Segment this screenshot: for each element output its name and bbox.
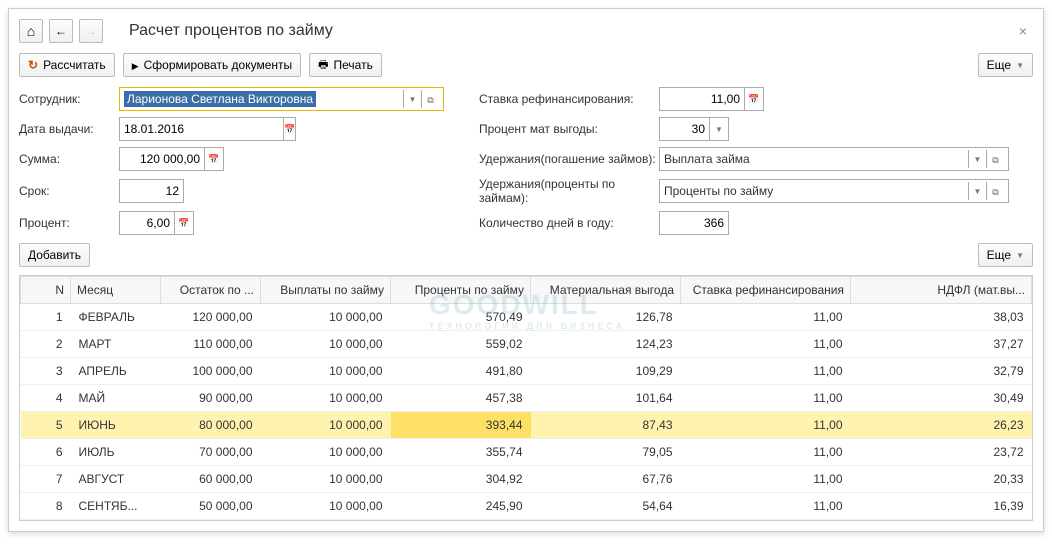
ded-repay-label: Удержания(погашение займов): [479, 152, 659, 166]
table-row[interactable]: 7АВГУСТ60 000,0010 000,00304,9267,7611,0… [21, 466, 1032, 493]
calculate-button[interactable]: Рассчитать [19, 53, 115, 77]
chevron-down-icon: ▼ [1016, 61, 1024, 70]
date-label: Дата выдачи: [19, 122, 119, 136]
col-balance[interactable]: Остаток по ... [161, 277, 261, 304]
term-label: Срок: [19, 184, 119, 198]
col-ndfl[interactable]: НДФЛ (мат.вы... [851, 277, 1032, 304]
percent-input[interactable] [119, 211, 174, 235]
col-interest[interactable]: Проценты по займу [391, 277, 531, 304]
forward-button[interactable] [79, 19, 103, 43]
form-documents-button[interactable]: Сформировать документы [123, 53, 301, 77]
open-icon[interactable] [986, 182, 1004, 200]
date-input[interactable] [119, 117, 283, 141]
open-icon[interactable] [421, 90, 439, 108]
table-row[interactable]: 3АПРЕЛЬ100 000,0010 000,00491,80109,2911… [21, 358, 1032, 385]
more-button[interactable]: Еще ▼ [978, 53, 1033, 77]
col-benefit[interactable]: Материальная выгода [531, 277, 681, 304]
matv-label: Процент мат выгоды: [479, 122, 659, 136]
dropdown-icon[interactable]: ▼ [403, 90, 421, 108]
dropdown-icon[interactable]: ▼ [968, 182, 986, 200]
col-refin[interactable]: Ставка рефинансирования [681, 277, 851, 304]
home-button[interactable] [19, 19, 43, 43]
employee-label: Сотрудник: [19, 92, 119, 106]
refin-label: Ставка рефинансирования: [479, 92, 659, 106]
term-input[interactable] [119, 179, 184, 203]
add-button[interactable]: Добавить [19, 243, 90, 267]
play-icon [132, 58, 139, 72]
percent-label: Процент: [19, 216, 119, 230]
days-input[interactable] [659, 211, 729, 235]
col-n[interactable]: N [21, 277, 71, 304]
table-row[interactable]: 2МАРТ110 000,0010 000,00559,02124,2311,0… [21, 331, 1032, 358]
calc-icon[interactable] [174, 211, 194, 235]
ded-int-select[interactable]: Проценты по займу ▼ [659, 179, 1009, 203]
calc-icon[interactable] [204, 147, 224, 171]
close-button[interactable]: × [1013, 21, 1033, 41]
sum-input[interactable] [119, 147, 204, 171]
table-row[interactable]: 6ИЮЛЬ70 000,0010 000,00355,7479,0511,002… [21, 439, 1032, 466]
matv-input[interactable] [659, 117, 709, 141]
ded-repay-select[interactable]: Выплата займа ▼ [659, 147, 1009, 171]
calc-icon[interactable] [744, 87, 764, 111]
table-more-button[interactable]: Еще ▼ [978, 243, 1033, 267]
schedule-table[interactable]: N Месяц Остаток по ... Выплаты по займу … [20, 276, 1032, 520]
table-row[interactable]: 5ИЮНЬ80 000,0010 000,00393,4487,4311,002… [21, 412, 1032, 439]
print-icon [318, 56, 328, 75]
arrow-right-icon [85, 24, 97, 38]
arrow-left-icon [55, 24, 67, 38]
table-row[interactable]: 8СЕНТЯБ...50 000,0010 000,00245,9054,641… [21, 493, 1032, 520]
open-icon[interactable] [986, 150, 1004, 168]
refresh-icon [28, 58, 38, 72]
chevron-down-icon: ▼ [1016, 251, 1024, 260]
dropdown-icon[interactable]: ▼ [709, 117, 729, 141]
calendar-icon[interactable] [283, 117, 296, 141]
page-title: Расчет процентов по займу [129, 22, 333, 40]
back-button[interactable] [49, 19, 73, 43]
refin-input[interactable] [659, 87, 744, 111]
ded-int-label: Удержания(проценты по займам): [479, 177, 659, 205]
col-payment[interactable]: Выплаты по займу [261, 277, 391, 304]
dropdown-icon[interactable]: ▼ [968, 150, 986, 168]
col-month[interactable]: Месяц [71, 277, 161, 304]
table-row[interactable]: 1ФЕВРАЛЬ120 000,0010 000,00570,49126,781… [21, 304, 1032, 331]
sum-label: Сумма: [19, 152, 119, 166]
employee-select[interactable]: Ларионова Светлана Викторовна ▼ [119, 87, 444, 111]
print-button[interactable]: Печать [309, 53, 382, 77]
home-icon [27, 23, 35, 39]
days-label: Количество дней в году: [479, 216, 659, 230]
table-row[interactable]: 4МАЙ90 000,0010 000,00457,38101,6411,003… [21, 385, 1032, 412]
